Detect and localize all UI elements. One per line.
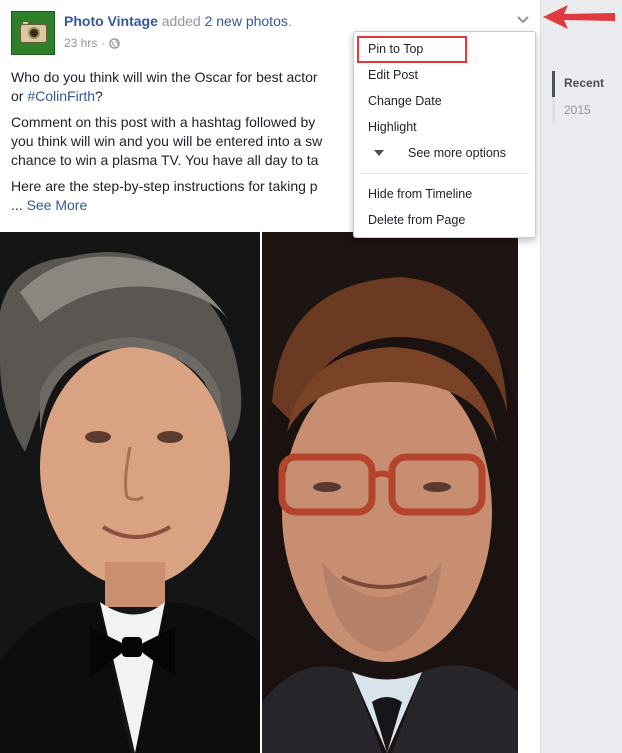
- menu-item-edit-post[interactable]: Edit Post: [368, 65, 418, 85]
- post-text-line: Who do you think will win the Oscar for …: [11, 68, 391, 87]
- menu-item-see-more-options[interactable]: See more options: [408, 143, 506, 163]
- post-body: Who do you think will win the Oscar for …: [11, 68, 391, 222]
- text-segment: Comment on this post with a hashtag foll…: [11, 114, 316, 130]
- post-text-line: Here are the step-by-step instructions f…: [11, 177, 391, 196]
- timeline-item-recent[interactable]: Recent: [564, 76, 604, 90]
- text-segment: you think will win and you will be enter…: [11, 133, 323, 149]
- annotation-arrow-icon: [543, 5, 615, 29]
- photo-portrait-glasses[interactable]: [262, 232, 518, 753]
- menu-item-hide-from-timeline[interactable]: Hide from Timeline: [368, 184, 472, 204]
- post-text-line: you think will win and you will be enter…: [11, 132, 391, 151]
- post-options-menu: Pin to Top Edit Post Change Date Highlig…: [353, 31, 536, 238]
- post-meta: 23 hrs ·: [64, 36, 121, 50]
- post-text-line: ... See More: [11, 196, 391, 215]
- chevron-down-icon[interactable]: [516, 13, 530, 27]
- text-segment: ...: [11, 197, 27, 213]
- timestamp-link[interactable]: 23 hrs: [64, 36, 97, 50]
- menu-divider: [360, 173, 529, 174]
- post-text-line: chance to win a plasma TV. You have all …: [11, 151, 391, 170]
- see-more-link[interactable]: See More: [27, 197, 88, 213]
- menu-item-delete-from-page[interactable]: Delete from Page: [368, 210, 465, 230]
- menu-item-pin-to-top[interactable]: Pin to Top: [368, 39, 423, 59]
- globe-icon[interactable]: [109, 37, 121, 49]
- page-name-link[interactable]: Photo Vintage: [64, 13, 158, 29]
- portrait-man-tuxedo-icon: [0, 232, 260, 753]
- page-avatar[interactable]: [11, 11, 55, 55]
- meta-separator: ·: [101, 36, 106, 50]
- post-text-line: Comment on this post with a hashtag foll…: [11, 113, 391, 132]
- post-header: Photo Vintage added 2 new photos.: [64, 13, 292, 29]
- text-segment: chance to win a plasma TV. You have all …: [11, 152, 319, 168]
- text-segment: or: [11, 88, 28, 104]
- text-segment: Who do you think will win the Oscar for …: [11, 69, 318, 85]
- photos-link[interactable]: 2 new photos: [205, 13, 288, 29]
- hashtag-link[interactable]: #ColinFirth: [27, 88, 95, 104]
- action-text: added: [157, 13, 205, 29]
- caret-down-icon: [374, 150, 384, 156]
- timeline-item-2015[interactable]: 2015: [564, 103, 591, 117]
- camera-lens-icon: [28, 27, 40, 39]
- timeline-active-marker: [552, 71, 555, 97]
- menu-item-change-date[interactable]: Change Date: [368, 91, 442, 111]
- text-segment: Here are the step-by-step instructions f…: [11, 178, 318, 194]
- portrait-man-glasses-icon: [262, 232, 518, 753]
- photo-portrait-tuxedo[interactable]: [0, 232, 260, 753]
- photo-grid: [0, 232, 518, 753]
- text-segment: ?: [95, 88, 103, 104]
- menu-item-highlight[interactable]: Highlight: [368, 117, 417, 137]
- post-text-line: or #ColinFirth?: [11, 87, 391, 106]
- action-period: .: [287, 13, 292, 29]
